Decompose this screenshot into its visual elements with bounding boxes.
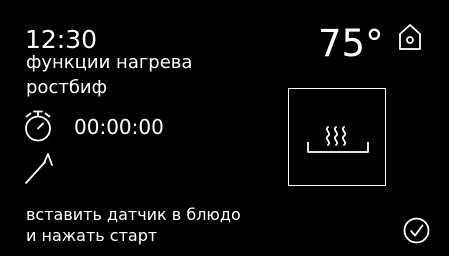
- bottom-heat-icon: [307, 126, 369, 153]
- instruction-line-1: вставить датчик в блюдо: [26, 205, 241, 224]
- heating-mode-button[interactable]: [288, 88, 386, 186]
- clock-display: 12:30: [25, 25, 98, 54]
- checkmark-circle-icon[interactable]: [403, 217, 430, 244]
- stopwatch-icon: [23, 109, 53, 143]
- program-name: ростбиф: [26, 77, 108, 98]
- instruction-text: вставить датчик в блюдо и нажать старт: [26, 204, 241, 246]
- oven-display-screen: 12:30 функции нагрева ростбиф 00:00:00 7…: [0, 0, 449, 256]
- instruction-line-2: и нажать старт: [26, 226, 158, 245]
- temperature-display: 75°: [318, 22, 384, 65]
- home-icon[interactable]: [398, 23, 422, 51]
- heating-functions-title: функции нагрева: [26, 52, 193, 73]
- timer-value: 00:00:00: [74, 115, 164, 139]
- meat-probe-icon: [24, 151, 58, 185]
